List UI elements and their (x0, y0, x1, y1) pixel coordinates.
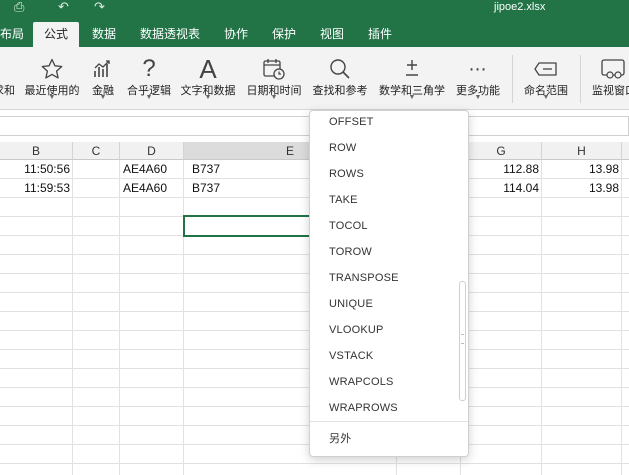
menu-item-insert-function[interactable]: 另外 (329, 429, 351, 449)
magnifier-icon (310, 55, 370, 83)
tab-pivot-table[interactable]: 数据透视表 (134, 22, 206, 47)
financial-button[interactable]: 金融 ▼ (86, 47, 120, 110)
chevron-down-icon: ▼ (204, 94, 212, 101)
text-a-icon: A (199, 53, 217, 84)
autosum-button[interactable]: 求和 (0, 47, 16, 110)
math-and-trig-button[interactable]: 数学和三角学 ▼ (376, 47, 448, 110)
lookup-functions-menu: OFFSET ROW ROWS TAKE TOCOL TOROW TRANSPO… (309, 110, 469, 457)
menu-item-take[interactable]: TAKE (329, 190, 358, 210)
undo-icon[interactable]: ↶ (58, 0, 69, 14)
watch-window-button[interactable]: 监视窗口 (588, 47, 629, 110)
cell-b1[interactable]: 11:50:56 (0, 160, 73, 179)
title-bar: ⎙ ↶ ↷ jipoe2.xlsx 布局 公式 数据 数据透视表 协作 保护 视… (0, 0, 629, 47)
grid-line (621, 160, 622, 475)
chevron-down-icon: ▼ (542, 94, 550, 101)
menu-item-vlookup[interactable]: VLOOKUP (329, 320, 384, 340)
column-header-g[interactable]: G (461, 142, 542, 160)
scrollbar-grip-icon (461, 334, 464, 344)
active-cell-selection[interactable] (183, 215, 311, 237)
cell-g2[interactable]: 114.04 (461, 179, 542, 198)
menu-item-offset[interactable]: OFFSET (329, 112, 374, 132)
grid-line (183, 160, 184, 475)
tab-plugins[interactable]: 插件 (362, 22, 398, 47)
column-header-h[interactable]: H (542, 142, 622, 160)
chevron-down-icon: ▼ (474, 94, 482, 101)
star-icon (22, 55, 82, 83)
menu-separator (310, 421, 468, 422)
menu-item-rows[interactable]: ROWS (329, 164, 364, 184)
window-title: jipoe2.xlsx (494, 1, 546, 13)
grid-line (119, 160, 120, 475)
logical-button[interactable]: ? 合乎逻辑 ▼ (124, 47, 174, 110)
menu-item-unique[interactable]: UNIQUE (329, 294, 373, 314)
menu-scrollbar[interactable] (459, 281, 466, 401)
named-ranges-button[interactable]: 命名范围 ▼ (520, 47, 572, 110)
chevron-down-icon: ▼ (270, 94, 278, 101)
text-and-data-button[interactable]: A 文字和数据 ▼ (178, 47, 238, 110)
plus-minus-icon (376, 55, 448, 83)
grid-line (0, 463, 629, 464)
finance-chart-icon (86, 55, 120, 83)
tab-layout[interactable]: 布局 (0, 22, 24, 47)
column-header-c[interactable]: C (73, 142, 120, 160)
lookup-and-reference-button[interactable]: 查找和参考 (310, 47, 370, 110)
menu-item-vstack[interactable]: VSTACK (329, 346, 373, 366)
more-functions-button[interactable]: ⋯ 更多功能 ▼ (452, 47, 504, 110)
cell-h1[interactable]: 13.98 (542, 160, 622, 179)
tab-collaborate[interactable]: 协作 (218, 22, 254, 47)
calendar-clock-icon (244, 55, 304, 83)
question-icon: ? (142, 55, 156, 82)
cell-d1[interactable]: AE4A60 (120, 160, 184, 179)
chevron-down-icon: ▼ (99, 94, 107, 101)
chevron-down-icon: ▼ (408, 94, 416, 101)
tab-formulas[interactable]: 公式 (33, 22, 79, 47)
cell-b2[interactable]: 11:59:53 (0, 179, 73, 198)
menu-item-transpose[interactable]: TRANSPOSE (329, 268, 399, 288)
print-icon[interactable]: ⎙ (14, 0, 24, 14)
cell-h2[interactable]: 13.98 (542, 179, 622, 198)
cell-e2[interactable]: B737 (189, 179, 299, 198)
cell-g1[interactable]: 112.88 (461, 160, 542, 179)
more-dots-icon: ⋯ (468, 58, 488, 79)
recently-used-button[interactable]: 最近使用的 ▼ (22, 47, 82, 110)
menu-item-torow[interactable]: TOROW (329, 242, 372, 262)
ribbon-separator (580, 55, 581, 103)
column-header-b[interactable]: B (0, 142, 73, 160)
redo-icon[interactable]: ↷ (94, 0, 105, 14)
chevron-down-icon: ▼ (145, 94, 153, 101)
menu-item-tocol[interactable]: TOCOL (329, 216, 368, 236)
tab-protect[interactable]: 保护 (266, 22, 302, 47)
menu-item-wrapcols[interactable]: WRAPCOLS (329, 372, 394, 392)
sum-icon (0, 55, 16, 83)
name-tag-icon (520, 55, 572, 83)
cell-d2[interactable]: AE4A60 (120, 179, 184, 198)
cell-e1[interactable]: B737 (189, 160, 299, 179)
ribbon-formulas: 求和 最近使用的 ▼ 金融 ▼ ? 合乎逻辑 ▼ A 文字和数据 ▼ 日期和时间… (0, 47, 629, 110)
menu-item-wraprows[interactable]: WRAPROWS (329, 398, 398, 418)
ribbon-separator (512, 55, 513, 103)
watch-window-icon (588, 55, 629, 83)
date-and-time-button[interactable]: 日期和时间 ▼ (244, 47, 304, 110)
tab-view[interactable]: 视图 (314, 22, 350, 47)
grid-line (72, 160, 73, 475)
menu-item-row[interactable]: ROW (329, 138, 356, 158)
tab-data[interactable]: 数据 (86, 22, 122, 47)
column-header-d[interactable]: D (120, 142, 184, 160)
column-header-i[interactable] (622, 142, 629, 160)
chevron-down-icon: ▼ (48, 94, 56, 101)
grid-line (541, 160, 542, 475)
